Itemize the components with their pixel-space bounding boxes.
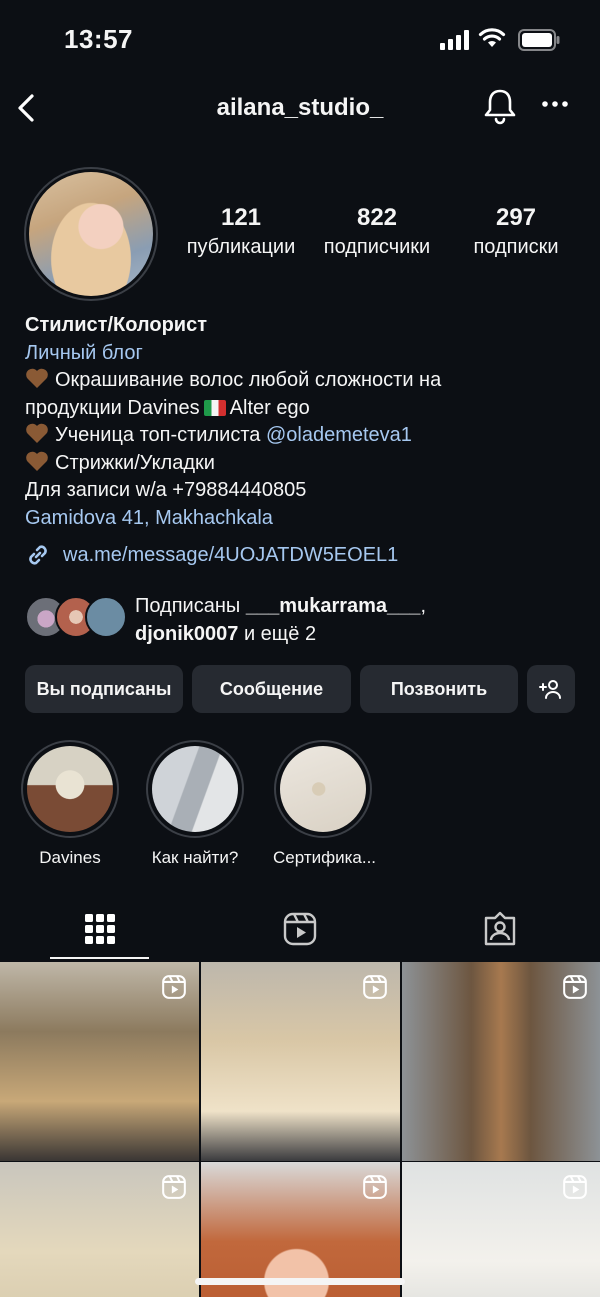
signal-icon — [440, 30, 469, 50]
call-button[interactable]: Позвонить — [360, 665, 518, 713]
reel-icon — [162, 975, 186, 999]
active-tab-indicator — [50, 957, 149, 959]
posts-grid — [0, 962, 600, 1297]
italy-flag-icon — [203, 399, 226, 416]
post-thumbnail[interactable] — [0, 962, 199, 1161]
highlight-cover — [152, 746, 238, 832]
reel-icon — [563, 1175, 587, 1199]
more-horizontal-icon[interactable] — [540, 98, 570, 110]
profile-address-link[interactable]: Gamidova 41, Makhachkala — [25, 505, 585, 533]
bio-text: Alter ego — [229, 396, 310, 419]
bio-line: Для записи w/a +79884440805 — [25, 479, 307, 501]
highlight-cover — [280, 746, 366, 832]
bio-mention-link[interactable]: @olademeteva1 — [266, 424, 412, 446]
message-button[interactable]: Сообщение — [192, 665, 351, 713]
add-person-icon — [539, 680, 561, 699]
nav-bar: ailana_studio_ — [0, 78, 600, 138]
post-thumbnail[interactable] — [201, 1162, 400, 1297]
suggested-users-button[interactable] — [527, 665, 575, 713]
story-highlight[interactable]: Как найти? — [145, 740, 245, 868]
post-thumbnail[interactable] — [201, 962, 400, 1161]
stat-followers-value: 822 — [356, 204, 398, 231]
story-highlight[interactable]: Сертифика... — [273, 740, 377, 868]
tagged-icon — [484, 911, 516, 946]
highlight-ring — [146, 740, 244, 838]
tab-reels[interactable] — [200, 898, 400, 960]
reel-icon — [363, 1175, 387, 1199]
profile-bio: Стилист/Колорист Личный блог Окрашивание… — [25, 312, 585, 532]
story-highlight[interactable]: Davines — [20, 740, 120, 868]
highlight-label: Как найти? — [151, 848, 239, 867]
avatar-image — [29, 172, 153, 296]
bio-line: Окрашивание волос любой сложности на — [25, 367, 585, 395]
wifi-icon — [478, 28, 506, 47]
reel-icon — [563, 975, 587, 999]
followed-suffix: и ещё 2 — [243, 623, 317, 645]
stat-posts[interactable]: 121 публикации — [178, 204, 304, 259]
bio-text: продукции Davines — [25, 396, 200, 419]
brown-heart-icon — [26, 423, 48, 443]
follower-avatar — [85, 596, 127, 638]
followed-by-text: Подписаны ___mukarrama___, djonik0007 и … — [135, 595, 426, 645]
bell-icon[interactable] — [482, 86, 518, 126]
followed-by[interactable]: Подписаны ___mukarrama___, djonik0007 и … — [25, 592, 585, 648]
bio-text: Ученица топ-стилиста — [55, 424, 261, 446]
followed-prefix: Подписаны — [135, 595, 241, 617]
highlight-label: Сертифика... — [273, 848, 377, 867]
reels-icon — [283, 912, 317, 946]
home-indicator[interactable] — [195, 1278, 405, 1285]
tab-posts-grid[interactable] — [0, 898, 200, 960]
bio-line: Стрижки/Укладки — [25, 450, 585, 478]
bio-line: Ученица топ-стилиста @olademeteva1 — [25, 422, 585, 450]
bio-text: Стрижки/Укладки — [55, 451, 215, 474]
post-thumbnail[interactable] — [402, 1162, 600, 1297]
profile-avatar[interactable] — [24, 167, 158, 301]
bio-line: продукции Davines Alter ego — [25, 395, 585, 423]
bio-text: Окрашивание волос любой сложности на — [55, 369, 442, 391]
highlight-ring — [21, 740, 119, 838]
reel-icon — [363, 975, 387, 999]
stat-following[interactable]: 297 подписки — [460, 204, 572, 259]
stat-posts-label: публикации — [186, 236, 296, 258]
brown-heart-icon — [26, 451, 48, 471]
stat-posts-value: 121 — [220, 204, 262, 231]
stat-following-label: подписки — [473, 236, 559, 258]
profile-category: Личный блог — [25, 341, 143, 364]
followed-user: djonik0007 — [135, 623, 239, 645]
profile-name: Стилист/Колорист — [25, 314, 208, 336]
following-button[interactable]: Вы подписаны — [25, 665, 183, 713]
profile-link-text: wa.me/message/4UOJATDW5EOEL1 — [63, 543, 399, 566]
tab-tagged[interactable] — [400, 898, 600, 960]
profile-tabs — [0, 898, 600, 960]
stat-following-value: 297 — [495, 204, 537, 231]
status-time: 13:57 — [64, 24, 133, 54]
profile-actions: Вы подписаны Сообщение Позвонить — [25, 665, 575, 713]
reel-icon — [162, 1175, 186, 1199]
grid-icon — [85, 914, 115, 944]
stat-followers[interactable]: 822 подписчики — [314, 204, 440, 259]
followed-user: ___mukarrama___ — [245, 595, 421, 617]
link-icon — [29, 545, 47, 565]
highlight-cover — [27, 746, 113, 832]
post-thumbnail[interactable] — [402, 962, 600, 1161]
post-thumbnail[interactable] — [0, 1162, 199, 1297]
brown-heart-icon — [26, 368, 48, 388]
highlight-ring — [274, 740, 372, 838]
stat-followers-label: подписчики — [323, 236, 431, 258]
status-bar: 13:57 — [0, 0, 600, 80]
profile-external-link[interactable]: wa.me/message/4UOJATDW5EOEL1 — [25, 542, 398, 568]
highlight-label: Davines — [39, 848, 101, 867]
battery-icon — [518, 29, 560, 51]
